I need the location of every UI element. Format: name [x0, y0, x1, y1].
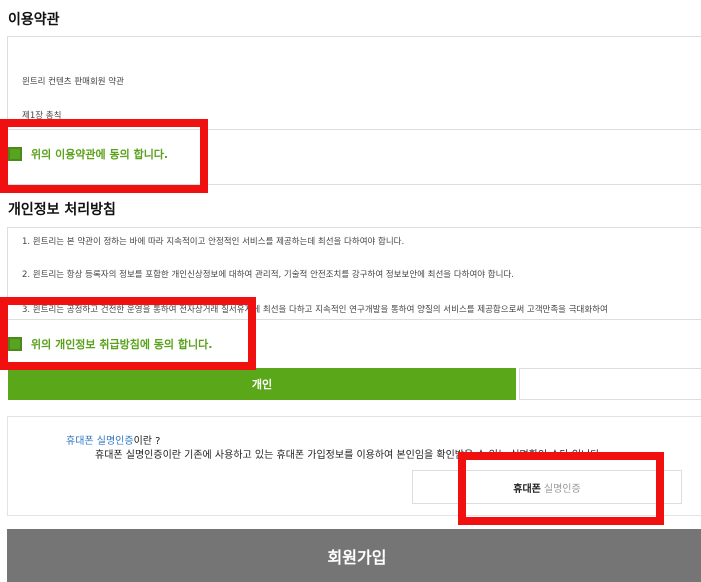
privacy-line: 2. 윈트리는 항상 등록자의 정보를 포함한 개인신상정보에 대하여 관리적,…	[22, 270, 514, 280]
phone-auth-question: 휴대폰 실명인증이란 ?	[66, 432, 160, 447]
terms-box[interactable]: 윈트리 컨텐츠 판매회원 약관 제1장 총칙	[7, 36, 701, 130]
highlight-box	[0, 297, 256, 370]
signup-button[interactable]: 회원가입	[7, 529, 701, 582]
highlight-box	[458, 452, 664, 525]
privacy-line: 1. 윈트리는 본 약관이 정하는 바에 따라 지속적이고 안정적인 서비스를 …	[22, 237, 405, 247]
terms-line: 윈트리 컨텐츠 판매회원 약관	[22, 77, 124, 87]
highlight-box	[0, 119, 208, 193]
terms-title: 이용약관	[8, 12, 60, 28]
privacy-title: 개인정보 처리방침	[8, 202, 116, 218]
tab-other[interactable]	[519, 368, 701, 400]
tab-personal[interactable]: 개인	[8, 368, 516, 400]
